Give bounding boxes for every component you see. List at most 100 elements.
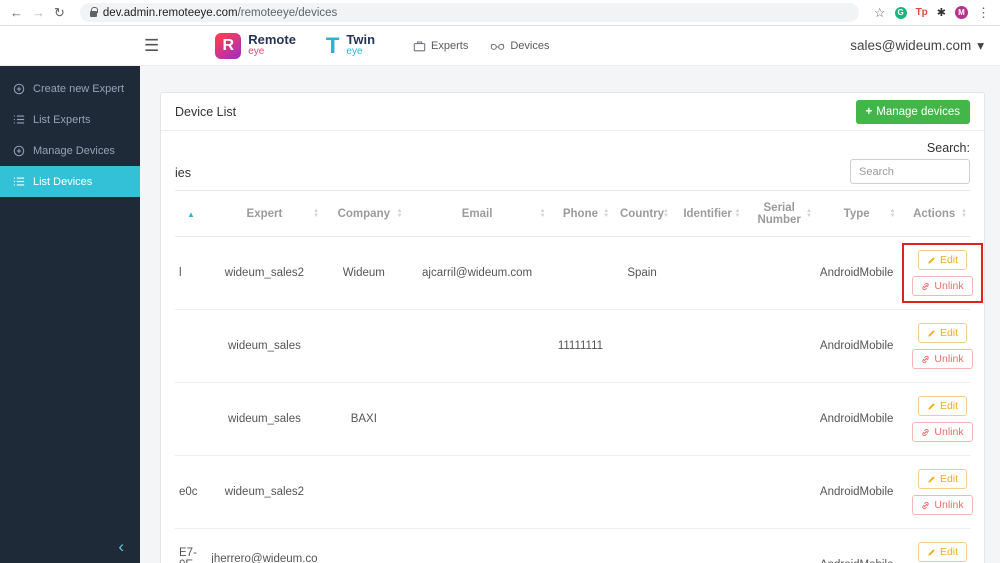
device-table-header-row: ▲ Expert ▲ ▼ Company ▲ ▼ Email ▲ ▼ Phone ▲ ▼ Country ▲…	[175, 190, 970, 237]
back-icon[interactable]: ←	[10, 6, 23, 19]
column-header-type[interactable]: Type ▲ ▼	[814, 190, 899, 237]
address-bar[interactable]: dev.admin.remoteeye.com/remoteeye/device…	[79, 3, 859, 22]
unlink-button[interactable]: Unlink	[912, 495, 973, 515]
app-header: ☰ R Remote eye T Twin eye Experts Device…	[0, 26, 1000, 66]
column-label: Expert	[246, 207, 283, 220]
unlink-button[interactable]: Unlink	[912, 422, 973, 442]
nav-item-experts[interactable]: Experts	[413, 40, 468, 52]
sidebar-item-label: List Devices	[33, 175, 93, 188]
column-header-email[interactable]: Email ▲ ▼	[405, 190, 549, 237]
extension-tp-icon[interactable]: Tp	[916, 7, 928, 18]
column-label: Identifier	[683, 207, 732, 220]
cell-email	[405, 528, 549, 563]
unlink-button[interactable]: Unlink	[912, 276, 973, 296]
briefcase-icon	[413, 40, 426, 51]
sidebar-item-list-experts[interactable]: List Experts	[0, 104, 140, 135]
sort-icon: ▲ ▼	[961, 207, 967, 219]
cell-actions: Edit Unlink	[898, 455, 973, 529]
unlink-button[interactable]: Unlink	[912, 349, 973, 369]
sidebar-item-create-new-expert[interactable]: Create new Expert	[0, 73, 140, 104]
refresh-icon[interactable]: ↻	[54, 6, 65, 19]
account-menu[interactable]: sales@wideum.com ▾	[850, 38, 984, 54]
cell-identifier	[671, 236, 744, 310]
extension-dark-icon[interactable]: ✱	[937, 6, 946, 19]
list-icon	[13, 177, 25, 186]
cell-serial	[743, 455, 815, 529]
cell-identifier	[671, 455, 744, 529]
cell-email	[405, 382, 549, 456]
column-header-id[interactable]: ▲	[175, 190, 207, 237]
extension-green-icon[interactable]: G	[894, 6, 907, 19]
sidebar-item-manage-devices[interactable]: Manage Devices	[0, 135, 140, 166]
bookmark-star-icon[interactable]: ☆	[874, 6, 886, 19]
card-body: ies Search: ▲Expert▲▼Company▲▼Email▲▼Pho…	[161, 131, 984, 563]
nav-item-devices[interactable]: Devices	[490, 40, 549, 52]
glasses-icon	[491, 43, 505, 50]
cell-id	[175, 309, 207, 383]
column-header-actions[interactable]: Actions ▲ ▼	[898, 190, 970, 237]
twineye-logo-subtitle: eye	[346, 46, 363, 58]
table-row: wideum_sales 11111111 AndroidMobile Edit Unl…	[175, 309, 973, 383]
sidebar-collapse-icon[interactable]: ‹	[118, 538, 124, 555]
cell-type: AndroidMobile	[814, 528, 899, 563]
edit-button[interactable]: Edit	[917, 396, 968, 416]
cell-id	[175, 382, 207, 456]
column-header-phone[interactable]: Phone ▲ ▼	[548, 190, 613, 237]
edit-button[interactable]: Edit	[917, 542, 968, 562]
cell-country	[612, 528, 672, 563]
cell-country	[612, 455, 672, 529]
entries-text: ies	[175, 166, 191, 180]
unlink-label: Unlink	[934, 426, 964, 438]
twineye-logo-title: Twin	[346, 32, 376, 48]
pencil-icon	[928, 475, 935, 483]
browser-extensions: ☆ G Tp ✱ M ⋮	[874, 6, 990, 19]
search-input[interactable]	[850, 159, 970, 184]
cell-expert: wideum_sales	[206, 309, 323, 383]
column-label: Company	[337, 207, 390, 220]
hamburger-menu-icon[interactable]: ☰	[144, 37, 159, 54]
cell-actions: Edit Unlink	[898, 382, 973, 456]
sort-icon: ▲ ▼	[889, 207, 896, 219]
cell-type: AndroidMobile	[814, 236, 899, 310]
column-header-identifier[interactable]: Identifier ▲ ▼	[671, 190, 744, 237]
column-label: Type	[843, 207, 870, 220]
remoteeye-logo[interactable]: R Remote eye	[215, 32, 296, 59]
pencil-icon	[928, 256, 935, 264]
device-list-card: Device List + Manage devices ies Search:…	[160, 92, 985, 563]
column-header-expert[interactable]: Expert ▲ ▼	[206, 190, 323, 237]
column-label: Serial Number	[757, 201, 801, 226]
action-group: Edit Unlink	[902, 462, 982, 522]
manage-devices-button[interactable]: + Manage devices	[855, 99, 970, 124]
account-email: sales@wideum.com	[850, 38, 972, 53]
edit-label: Edit	[939, 546, 959, 558]
cell-actions: Edit Unlink	[898, 236, 983, 310]
cell-email: ajcarril@wideum.com	[405, 236, 549, 310]
edit-button[interactable]: Edit	[917, 469, 968, 489]
action-group: Edit Unlink	[902, 389, 982, 449]
manage-devices-label: Manage devices	[876, 105, 960, 118]
table-row: l wideum_sales2 Wideum ajcarril@wideum.com S…	[175, 236, 983, 310]
sidebar-item-list-devices[interactable]: List Devices	[0, 166, 140, 197]
nav-devices-label: Devices	[510, 39, 550, 52]
column-label: Actions	[913, 207, 956, 220]
page-title: Device List	[175, 104, 237, 119]
edit-button[interactable]: Edit	[917, 250, 968, 270]
cell-company	[322, 309, 406, 383]
list-icon	[13, 115, 25, 124]
profile-avatar[interactable]: M	[955, 6, 968, 19]
column-header-company[interactable]: Company ▲ ▼	[322, 190, 406, 237]
column-header-country[interactable]: Country ▲ ▼	[612, 190, 672, 237]
cell-id: E7-0E-IB	[175, 528, 207, 563]
forward-icon[interactable]: →	[32, 6, 45, 19]
edit-button[interactable]: Edit	[917, 323, 968, 343]
cell-expert: wideum_sales2	[206, 236, 323, 310]
column-header-serial-number[interactable]: Serial Number ▲ ▼	[743, 190, 815, 237]
browser-menu-icon[interactable]: ⋮	[977, 6, 990, 19]
browser-toolbar: ← → ↻ dev.admin.remoteeye.com/remoteeye/…	[0, 0, 1000, 26]
cell-phone	[548, 236, 613, 310]
remoteeye-logo-title: Remote	[248, 32, 296, 48]
edit-label: Edit	[939, 254, 959, 266]
cell-id: e0c	[175, 455, 207, 529]
device-table-body: l wideum_sales2 Wideum ajcarril@wideum.com S…	[175, 236, 983, 563]
twineye-logo[interactable]: T Twin eye	[326, 33, 375, 59]
